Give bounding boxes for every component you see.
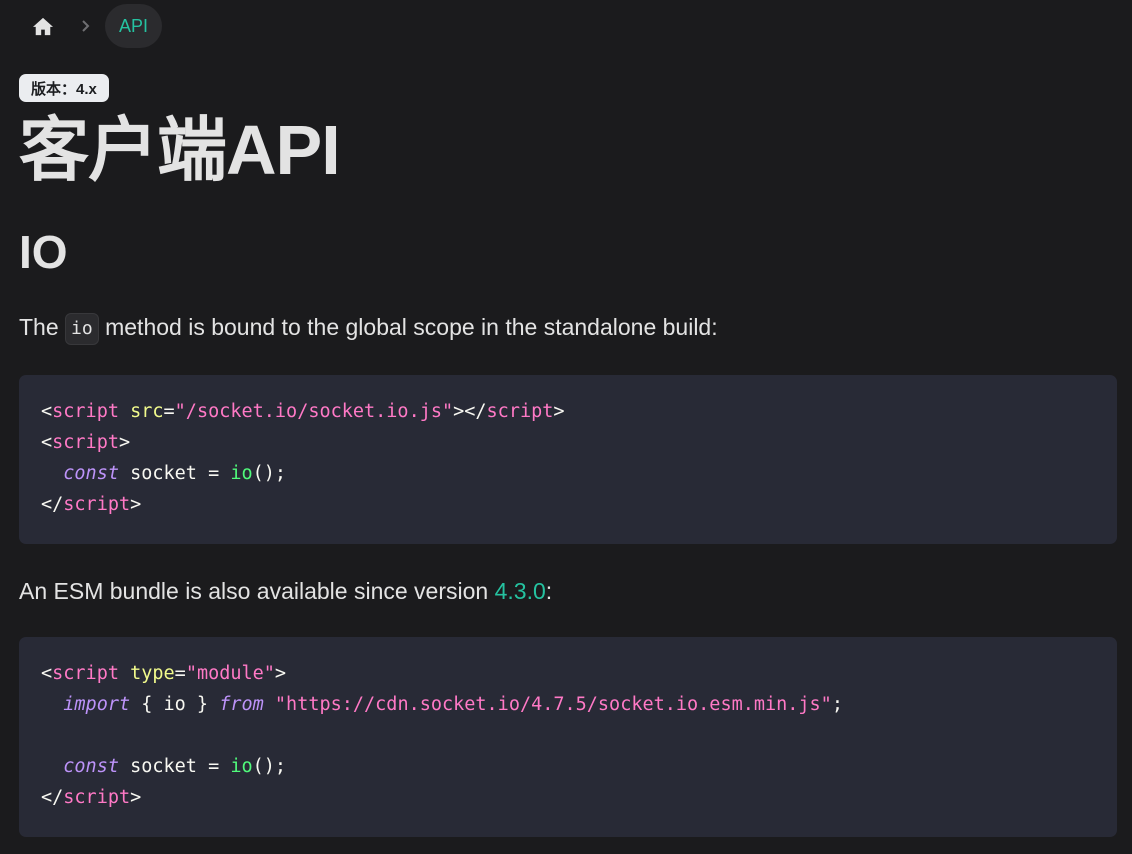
code-block-esm[interactable]: <script type="module"> import { io } fro… [19,637,1117,837]
section-heading-io: IO [19,226,68,278]
version-badge: 版本：4.x [19,74,109,102]
breadcrumb-current-api[interactable]: API [105,4,163,48]
inline-code-io: io [65,312,99,345]
code-line: import { io } from "https://cdn.socket.i… [63,694,843,715]
code-line: <script src="/socket.io/socket.io.js"></… [41,401,565,422]
paragraph-text: : [545,578,553,604]
code-line: const socket = io(); [63,463,287,484]
paragraph-standalone: The io method is bound to the global sco… [19,310,718,345]
home-icon [33,17,53,36]
page-title: 客户端API [19,111,341,189]
paragraph-text: The [19,314,66,340]
paragraph-text: An ESM bundle is also available since ve… [19,578,495,604]
paragraph-esm: An ESM bundle is also available since ve… [19,574,552,608]
code-block-standalone[interactable]: <script src="/socket.io/socket.io.js"></… [19,375,1117,544]
code-line: </script> [41,494,142,515]
chevron-right-icon [67,19,105,33]
breadcrumb: API [19,4,163,48]
version-link-4-3-0[interactable]: 4.3.0 [495,578,546,604]
code-line: </script> [41,787,142,808]
paragraph-text: method is bound to the global scope in t… [98,314,718,340]
code-line: <script> [41,432,131,453]
breadcrumb-home-link[interactable] [19,4,67,48]
code-line: const socket = io(); [63,756,287,777]
code-line: <script type="module"> [41,663,287,684]
